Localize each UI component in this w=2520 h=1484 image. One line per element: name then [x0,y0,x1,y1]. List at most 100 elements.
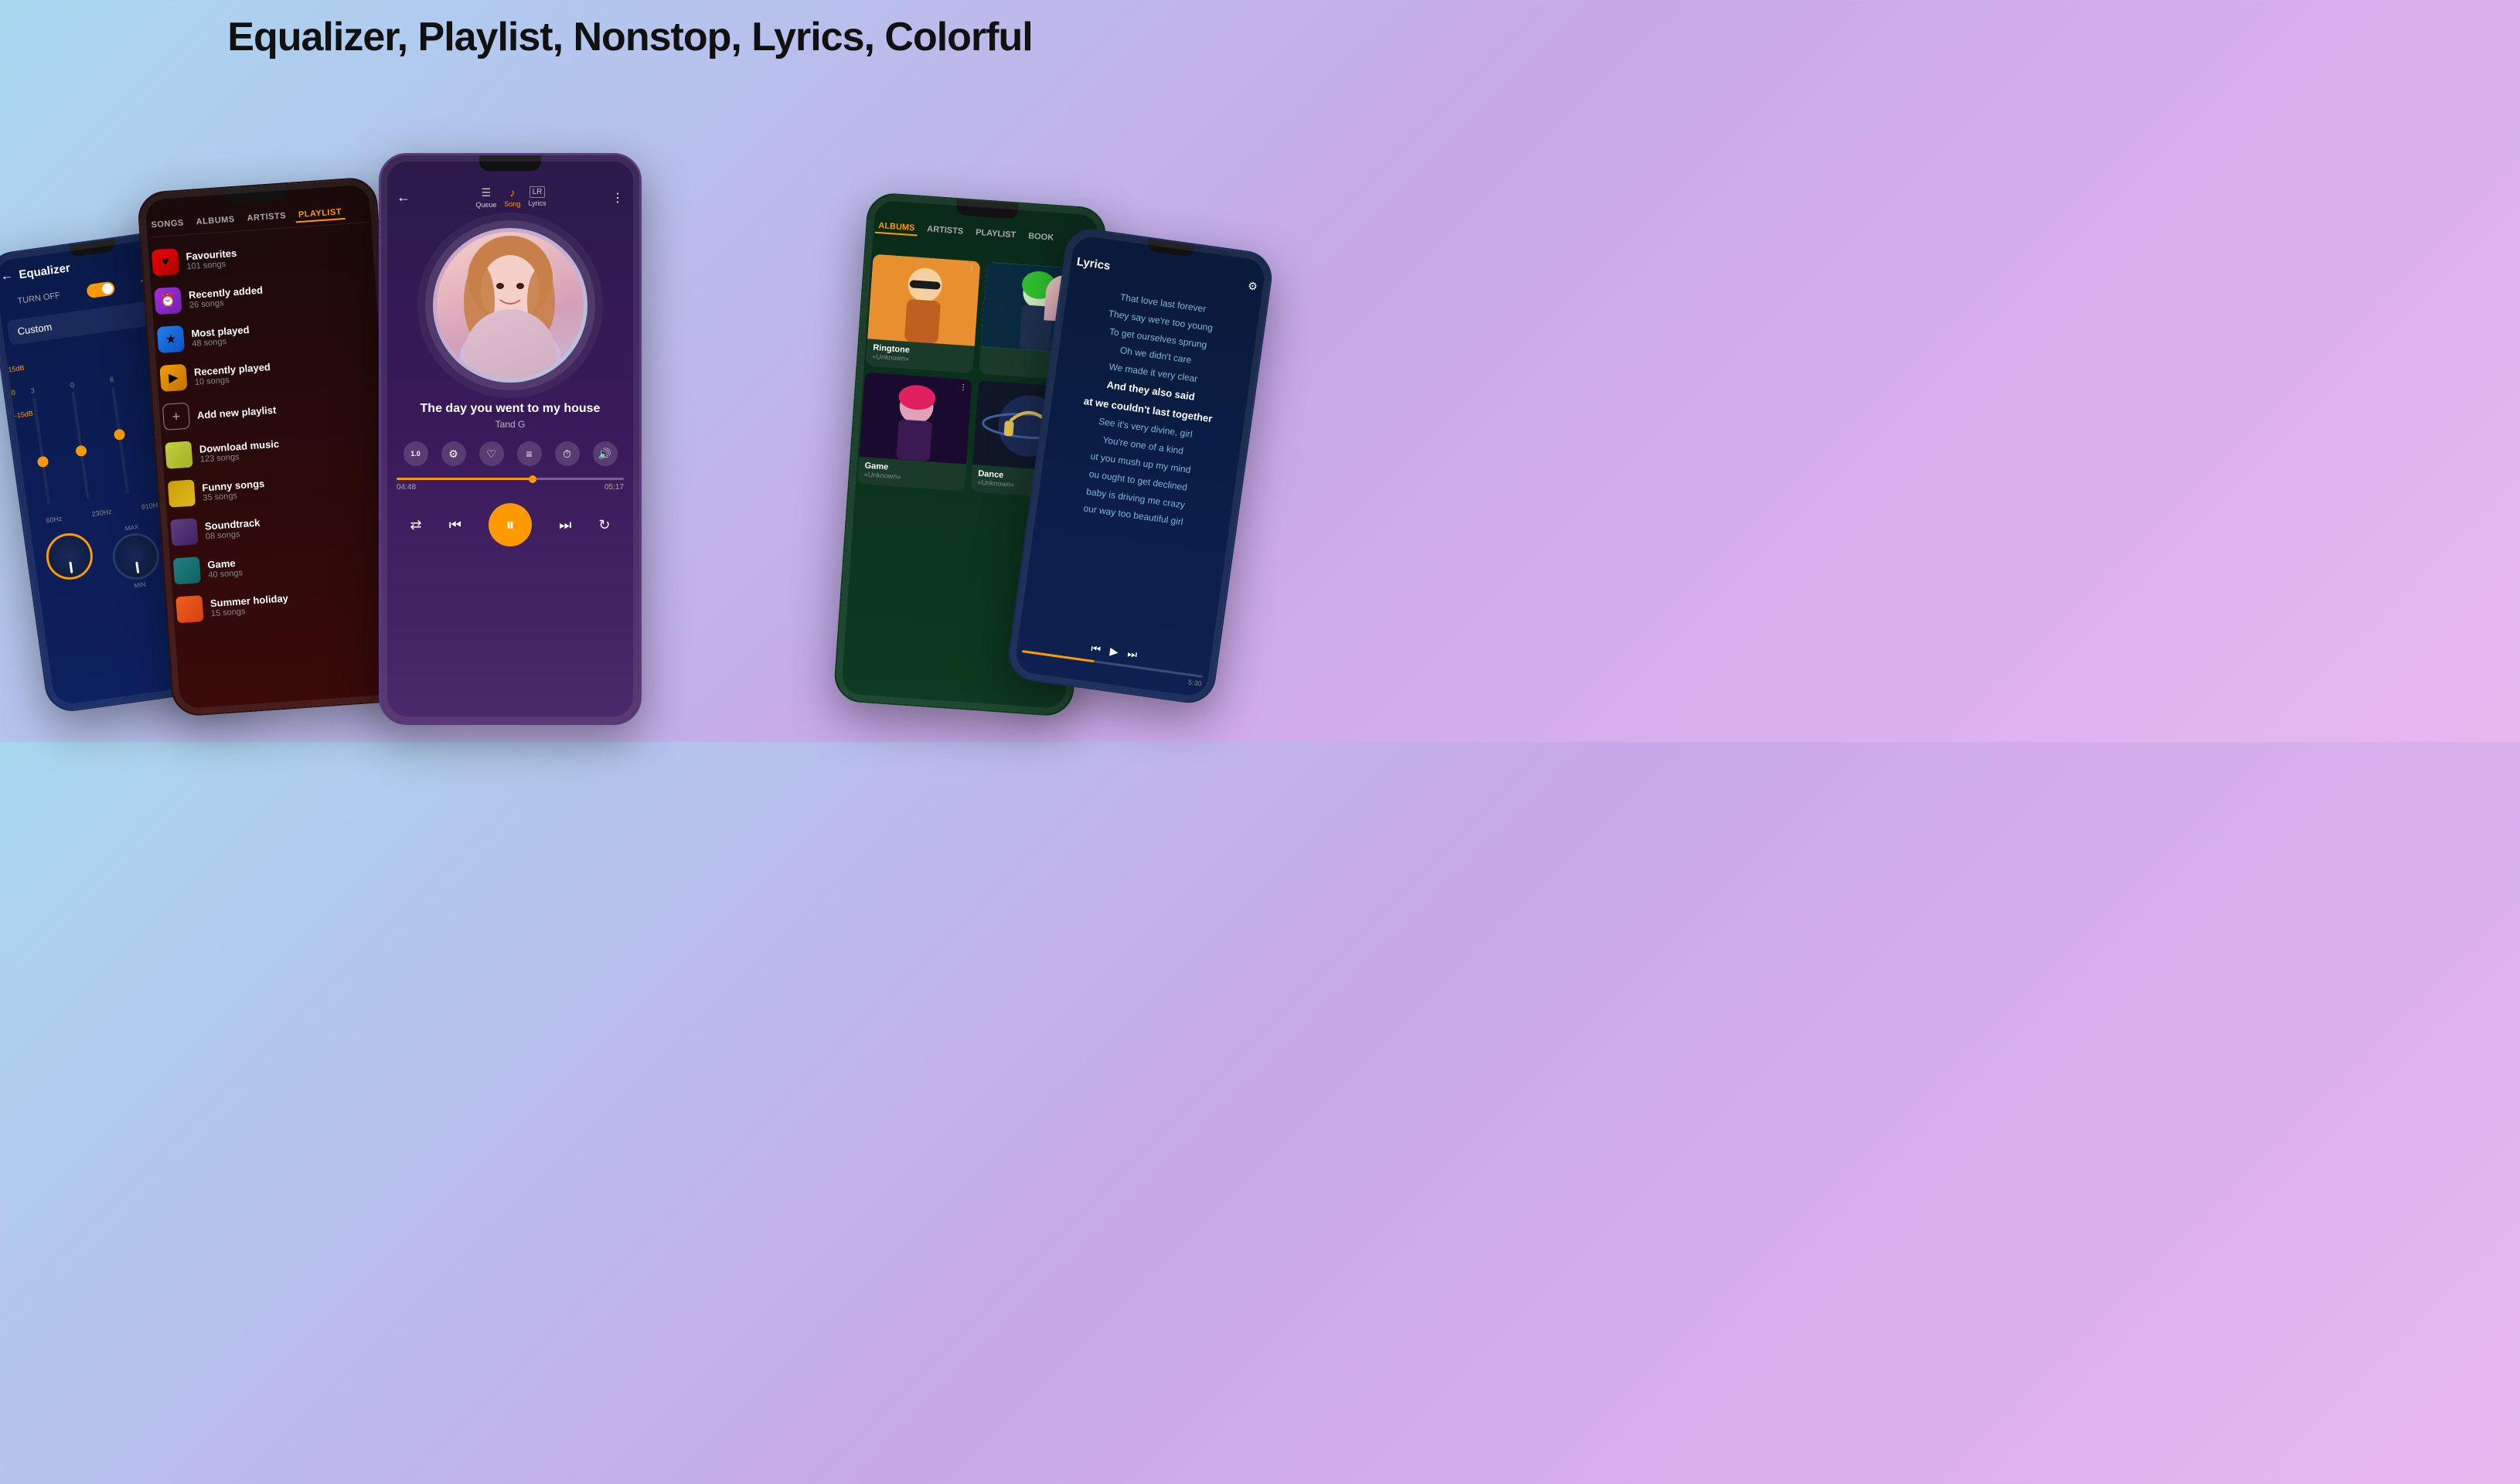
player-song-artist: Tand G [397,419,624,430]
lyr-play-button[interactable]: ▶ [1109,645,1119,659]
pl-download-thumb [165,441,192,469]
tab-queue[interactable]: ☰ Queue [475,186,496,209]
eq-db-mid: 0 [11,386,30,397]
tab-artists[interactable]: ARTISTS [243,209,290,226]
eq-slider-1[interactable] [32,397,50,505]
play-pause-button[interactable]: ⏸ [489,503,532,546]
tab-playlist-alb[interactable]: PLAYLIST [972,226,1019,243]
pl-recent-add-icon: ⏰ [154,287,182,315]
pl-funny-info: Funny songs 35 songs [202,469,387,503]
eq-knob-bass[interactable] [43,530,96,583]
pl-summer-thumb [175,595,203,623]
add-to-queue-button[interactable]: ≡ [517,441,542,466]
speed-button[interactable]: 1.0 [404,441,428,466]
eq-val-1: 3 [30,386,35,395]
alb-dots-1[interactable]: ⋮ [967,265,976,274]
equalizer-button[interactable]: ⚙ [441,441,466,466]
pl-most-played-icon: ★ [157,325,185,353]
timer-button[interactable]: ⏱ [555,441,580,466]
phones-container: ← Equalizer TURN OFF TURN ON Custom ▾ 15… [0,68,1260,733]
player-back-button[interactable]: ← [397,189,410,206]
player-progress-bar[interactable] [397,478,624,480]
player-progress-fill [397,478,533,480]
tab-playlist[interactable]: PLAYLIST [295,206,345,223]
player-artwork-inner [437,232,584,379]
lyrics-label: Lyrics [528,199,546,207]
pl-game-info: Game 40 songs [207,546,392,580]
shuffle-button[interactable]: ⇄ [410,517,422,533]
pl-recent-add-info: Recently added 26 songs [188,276,373,310]
pl-add-icon: + [162,403,190,431]
phone-player: ← ☰ Queue ♪ Song LR Lyrics ⋮ [379,153,642,725]
pl-recent-play-info: Recently played 10 songs [193,353,378,387]
tab-songs[interactable]: SONGS [148,216,187,233]
eq-slider-2[interactable] [72,392,90,499]
lyr-title: Lyrics [1076,255,1112,273]
eq-turnoff-label: TURN OFF [17,291,61,306]
player-controls-row: 1.0 ⚙ ♡ ≡ ⏱ 🔊 [381,434,639,474]
pl-add-info: Add new playlist [196,397,380,421]
pl-download-info: Download music 123 songs [199,431,383,465]
eq-toggle-switch[interactable] [86,281,115,298]
player-main-controls: ⇄ ⏮ ⏸ ⏭ ↻ [381,495,639,558]
player-notch [479,155,541,171]
pl-funny-thumb [168,479,196,507]
pl-game-thumb [173,556,201,584]
tab-lyrics[interactable]: LR Lyrics [528,186,546,209]
album-item[interactable]: ⋮ Ringtone «Unknown» [866,254,981,373]
page-title: Equalizer, Playlist, Nonstop, Lyrics, Co… [0,0,1260,68]
lyr-settings-button[interactable]: ⚙ [1247,279,1258,294]
eq-val-3: 6 [109,376,114,384]
eq-db-low: -15dB [14,410,33,420]
lyr-next-button[interactable]: ⏭ [1126,647,1138,662]
eq-preset-label: Custom [17,321,53,338]
tab-albums[interactable]: ALBUMS [192,213,238,230]
pl-add-name: Add new playlist [196,397,380,421]
player-artwork [433,228,587,383]
player-time-total: 05:17 [604,483,624,492]
volume-button[interactable]: 🔊 [593,441,618,466]
song-label: Song [504,200,520,208]
pl-most-played-info: Most played 48 songs [191,315,376,349]
eq-back-button[interactable]: ← [0,269,14,284]
lyr-content: That love last forever They say we're to… [1029,273,1267,546]
alb-dots-3[interactable]: ⋮ [959,383,968,393]
next-button[interactable]: ⏭ [559,517,571,533]
eq-title: Equalizer [18,261,70,281]
prev-button[interactable]: ⏮ [449,517,461,533]
repeat-button[interactable]: ↻ [598,517,610,533]
player-progress: 04:48 05:17 [381,474,639,495]
player-tabs: ☰ Queue ♪ Song LR Lyrics [475,186,546,209]
player-menu-button[interactable]: ⋮ [611,190,624,206]
eq-knob-mid[interactable] [110,530,162,583]
queue-label: Queue [475,201,496,209]
player-time-current: 04:48 [397,483,416,492]
lyr-progress: ⏮ ▶ ⏭ 5:30 [1020,632,1205,687]
eq-bar-3: 6 [109,376,129,494]
queue-icon: ☰ [482,186,492,199]
pl-fav-info: Favourites 101 songs [186,237,370,271]
favorite-button[interactable]: ♡ [479,441,504,466]
lyr-prev-button[interactable]: ⏮ [1090,642,1102,657]
eq-db-labels: 15dB 0 -15dB [8,363,34,420]
pl-recent-play-icon: ▶ [159,364,187,392]
eq-bar-2: 0 [70,381,90,499]
tab-song[interactable]: ♪ Song [504,186,520,209]
eq-db-high: 15dB [8,363,27,373]
eq-slider-3[interactable] [111,386,129,494]
phone-playlist: SONGS ALBUMS ARTISTS PLAYLIST ♥ Favourit… [137,176,413,717]
album-item[interactable]: ⋮ Game «Unknown» [857,372,972,491]
alb-art-1 [867,254,980,346]
player-time-row: 04:48 05:17 [397,483,624,492]
player-girl-image [437,232,584,379]
pl-soundtrack-thumb [170,518,198,546]
player-song-title: The day you went to my house [397,402,624,416]
pl-soundtrack-info: Soundtrack 08 songs [204,507,389,541]
tab-albums-alb[interactable]: ALBUMS [875,220,918,237]
pl-summer-info: Summer holiday 15 songs [209,584,394,618]
tab-artists-alb[interactable]: ARTISTS [924,223,967,240]
song-icon: ♪ [509,186,515,199]
player-progress-thumb[interactable] [529,475,536,483]
tab-book-alb[interactable]: BOOK [1024,230,1057,246]
eq-bar-1: 3 [30,386,50,505]
